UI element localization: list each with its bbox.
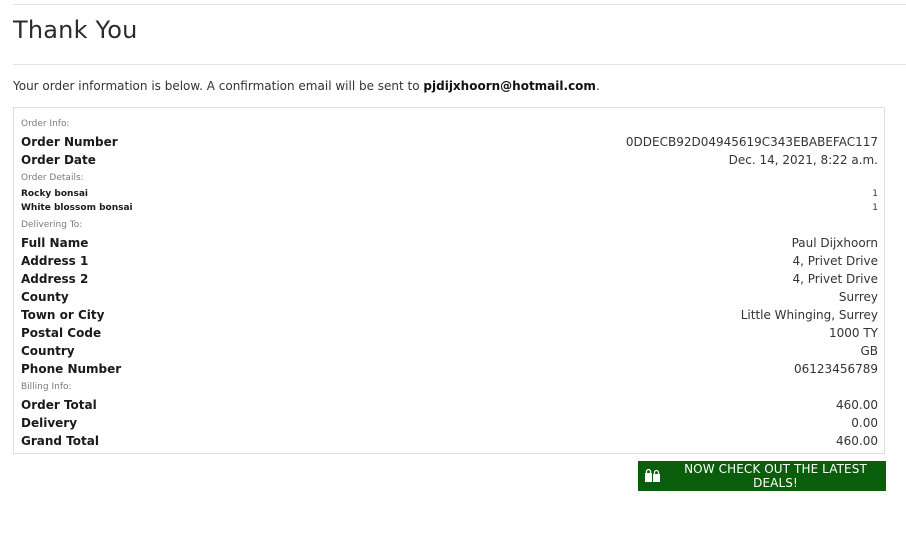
- title-divider: [13, 64, 906, 65]
- row-address-1: Address 1 4, Privet Drive: [21, 252, 878, 270]
- row-order-total: Order Total 460.00: [21, 396, 878, 414]
- intro-text: Your order information is below. A confi…: [13, 79, 424, 93]
- latest-deals-button[interactable]: NOW CHECK OUT THE LATEST DEALS!: [638, 461, 886, 491]
- row-value: 06123456789: [794, 362, 878, 376]
- row-postal-code: Postal Code 1000 TY: [21, 324, 878, 342]
- row-label: Country: [21, 344, 75, 358]
- intro-end: .: [595, 79, 600, 93]
- row-value: GB: [860, 344, 878, 358]
- section-label-order-info: Order Info:: [21, 119, 70, 129]
- confirmation-message: Your order information is below. A confi…: [13, 79, 600, 93]
- row-value: 460.00: [836, 434, 878, 448]
- section-label-order-details: Order Details:: [21, 173, 84, 183]
- row-label: Address 2: [21, 272, 89, 286]
- row-label: Address 1: [21, 254, 89, 268]
- row-label: Grand Total: [21, 434, 99, 448]
- row-label: Full Name: [21, 236, 89, 250]
- row-value: 4, Privet Drive: [792, 254, 878, 268]
- section-label-delivering-to: Delivering To:: [21, 220, 83, 230]
- shopping-bags-icon: [644, 469, 661, 483]
- row-value: Dec. 14, 2021, 8:22 a.m.: [728, 153, 878, 167]
- latest-deals-label: NOW CHECK OUT THE LATEST DEALS!: [684, 462, 867, 490]
- item-name: Rocky bonsai: [21, 189, 88, 199]
- row-label: Order Number: [21, 135, 118, 149]
- row-value: Paul Dijxhoorn: [791, 236, 878, 250]
- top-divider: [13, 4, 906, 5]
- row-country: Country GB: [21, 342, 878, 360]
- page-title: Thank You: [13, 16, 138, 44]
- line-item: Rocky bonsai 1: [21, 187, 878, 201]
- row-value: 460.00: [836, 398, 878, 412]
- row-phone-number: Phone Number 06123456789: [21, 360, 878, 378]
- row-label: Phone Number: [21, 362, 122, 376]
- row-value: 1000 TY: [828, 326, 878, 340]
- row-address-2: Address 2 4, Privet Drive: [21, 270, 878, 288]
- row-label: Order Date: [21, 153, 96, 167]
- row-county: County Surrey: [21, 288, 878, 306]
- row-value: 0.00: [851, 416, 878, 430]
- item-quantity: 1: [872, 189, 878, 199]
- row-value: Little Whinging, Surrey: [740, 308, 878, 322]
- section-label-billing-info: Billing Info:: [21, 382, 72, 392]
- row-order-date: Order Date Dec. 14, 2021, 8:22 a.m.: [21, 151, 878, 169]
- customer-email: pjdijxhoorn@hotmail.com: [423, 79, 596, 93]
- order-summary: Order Info: Order Number 0DDECB92D049456…: [13, 107, 885, 454]
- item-quantity: 1: [872, 203, 878, 213]
- row-value: 4, Privet Drive: [792, 272, 878, 286]
- row-value: Surrey: [838, 290, 878, 304]
- row-label: Order Total: [21, 398, 97, 412]
- row-order-number: Order Number 0DDECB92D04945619C343EBABEF…: [21, 133, 878, 151]
- row-label: County: [21, 290, 69, 304]
- row-grand-total: Grand Total 460.00: [21, 432, 878, 450]
- row-town-or-city: Town or City Little Whinging, Surrey: [21, 306, 878, 324]
- line-item: White blossom bonsai 1: [21, 201, 878, 215]
- row-label: Postal Code: [21, 326, 102, 340]
- row-value: 0DDECB92D04945619C343EBABEFAC117: [625, 135, 878, 149]
- row-label: Delivery: [21, 416, 78, 430]
- row-full-name: Full Name Paul Dijxhoorn: [21, 234, 878, 252]
- row-delivery: Delivery 0.00: [21, 414, 878, 432]
- row-label: Town or City: [21, 308, 105, 322]
- item-name: White blossom bonsai: [21, 203, 133, 213]
